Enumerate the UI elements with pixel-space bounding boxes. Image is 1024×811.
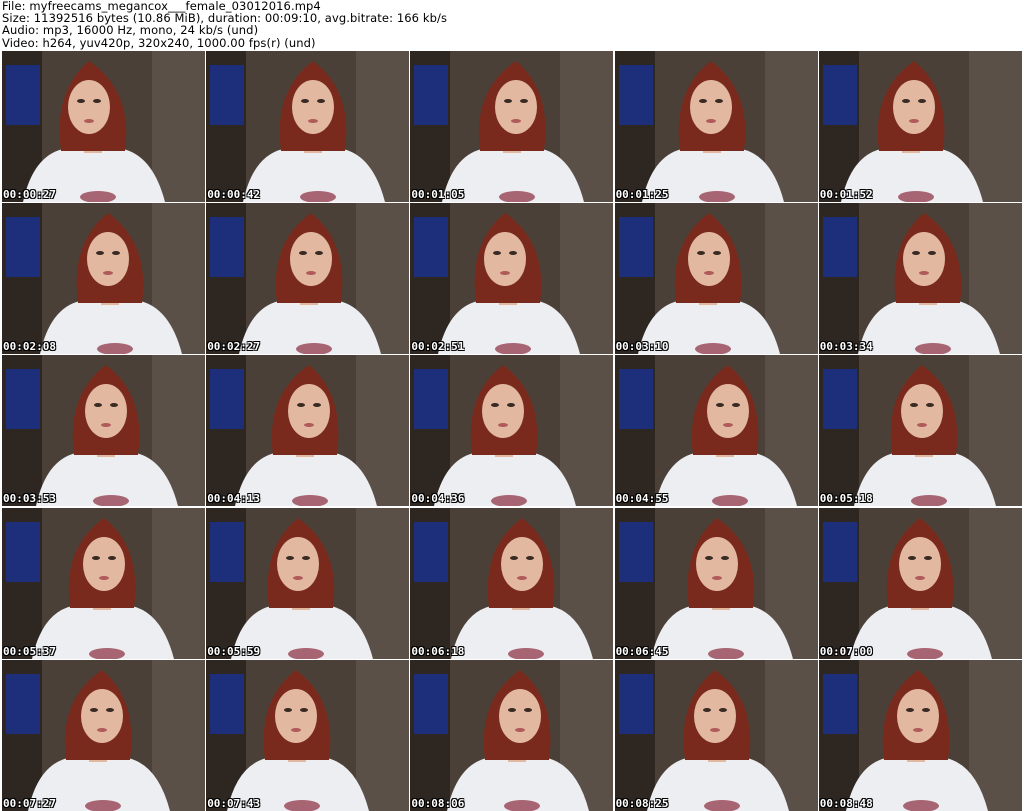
video-thumbnail: 00:08:25	[614, 659, 818, 811]
video-thumbnail: 00:05:18	[818, 355, 1022, 507]
video-thumbnail: 00:06:18	[410, 507, 614, 659]
video-thumbnail: 00:06:45	[614, 507, 818, 659]
thumbnail-timestamp: 00:03:53	[3, 492, 56, 506]
video-thumbnail: 00:05:37	[2, 507, 205, 659]
thumbnail-timestamp: 00:00:42	[207, 188, 261, 201]
thumbnail-frame-image	[818, 203, 1022, 355]
video-thumbnail: 00:01:52	[818, 51, 1022, 202]
thumbnail-frame-image	[410, 355, 614, 507]
thumbnail-timestamp: 00:08:25	[615, 796, 669, 810]
thumbnail-timestamp: 00:01:52	[819, 188, 873, 201]
thumbnail-frame-image	[410, 51, 614, 202]
thumbnail-timestamp: 00:07:43	[207, 796, 261, 810]
thumbnail-frame-image	[614, 51, 818, 202]
thumbnail-timestamp: 00:08:06	[411, 796, 465, 810]
video-thumbnail: 00:01:25	[614, 51, 818, 202]
thumbnail-frame-image	[2, 203, 205, 355]
thumbnail-timestamp: 00:00:27	[3, 188, 56, 201]
video-thumbnail: 00:04:36	[410, 355, 614, 507]
thumbnail-timestamp: 00:06:45	[615, 644, 669, 658]
thumbnail-timestamp: 00:08:48	[819, 796, 873, 810]
thumbnail-frame-image	[410, 203, 614, 355]
thumbnail-timestamp: 00:01:25	[615, 188, 669, 201]
thumbnail-frame-image	[206, 659, 410, 811]
video-thumbnail: 00:07:43	[206, 659, 410, 811]
video-thumbnail: 00:07:00	[818, 507, 1022, 659]
video-thumbnail: 00:00:42	[206, 51, 410, 202]
thumbnail-frame-image	[2, 355, 205, 507]
thumbnail-frame-image	[206, 355, 410, 507]
thumbnail-timestamp: 00:03:10	[615, 340, 669, 354]
audio-info-line: Audio: mp3, 16000 Hz, mono, 24 kb/s (und…	[2, 23, 259, 38]
thumbnail-frame-image	[2, 659, 205, 811]
video-thumbnail: 00:07:27	[2, 659, 205, 811]
thumbnail-frame-image	[206, 51, 410, 202]
thumbnail-timestamp: 00:04:36	[411, 492, 465, 506]
video-thumbnail: 00:08:06	[410, 659, 614, 811]
video-thumbnail: 00:02:27	[206, 203, 410, 355]
video-thumbnail: 00:03:10	[614, 203, 818, 355]
thumbnail-timestamp: 00:07:00	[819, 644, 873, 658]
thumbnail-frame-image	[614, 355, 818, 507]
thumbnail-frame-image	[614, 203, 818, 355]
thumbnail-timestamp: 00:04:55	[615, 492, 669, 506]
thumbnail-frame-image	[818, 507, 1022, 659]
thumbnail-timestamp: 00:05:59	[207, 644, 261, 658]
thumbnail-frame-image	[614, 659, 818, 811]
thumbnail-frame-image	[206, 507, 410, 659]
thumbnail-frame-image	[410, 659, 614, 811]
video-thumbnail: 00:04:55	[614, 355, 818, 507]
thumbnail-frame-image	[818, 659, 1022, 811]
thumbnail-timestamp: 00:02:51	[411, 340, 465, 354]
thumbnail-frame-image	[206, 203, 410, 355]
thumbnail-frame-image	[614, 507, 818, 659]
thumbnail-timestamp: 00:04:13	[207, 492, 261, 506]
video-thumbnail: 00:03:53	[2, 355, 205, 507]
thumbnail-timestamp: 00:02:08	[3, 340, 56, 354]
file-info-header: File: myfreecams_megancox___female_03012…	[2, 0, 447, 49]
thumbnail-timestamp: 00:05:37	[3, 644, 56, 658]
video-thumbnail: 00:05:59	[206, 507, 410, 659]
video-thumbnail: 00:04:13	[206, 355, 410, 507]
thumbnail-timestamp: 00:05:18	[819, 492, 873, 506]
thumbnail-frame-image	[2, 507, 205, 659]
thumbnail-timestamp: 00:01:05	[411, 188, 465, 201]
thumbnail-timestamp: 00:06:18	[411, 644, 465, 658]
thumbnail-grid: 00:00:27 00:00:42 00:01:05 00:01:25 00:01:52…	[2, 51, 1022, 811]
thumbnail-timestamp: 00:03:34	[819, 340, 873, 354]
video-thumbnail: 00:08:48	[818, 659, 1022, 811]
video-thumbnail: 00:01:05	[410, 51, 614, 202]
thumbnail-timestamp: 00:02:27	[207, 340, 261, 354]
video-thumbnail: 00:03:34	[818, 203, 1022, 355]
thumbnail-timestamp: 00:07:27	[3, 796, 56, 810]
video-thumbnail: 00:02:51	[410, 203, 614, 355]
video-info-line: Video: h264, yuv420p, 320x240, 1000.00 f…	[2, 35, 316, 50]
thumbnail-frame-image	[410, 507, 614, 659]
video-thumbnail: 00:00:27	[2, 51, 205, 202]
thumbnail-frame-image	[2, 51, 205, 202]
thumbnail-frame-image	[818, 355, 1022, 507]
video-thumbnail: 00:02:08	[2, 203, 205, 355]
thumbnail-frame-image	[818, 51, 1022, 202]
